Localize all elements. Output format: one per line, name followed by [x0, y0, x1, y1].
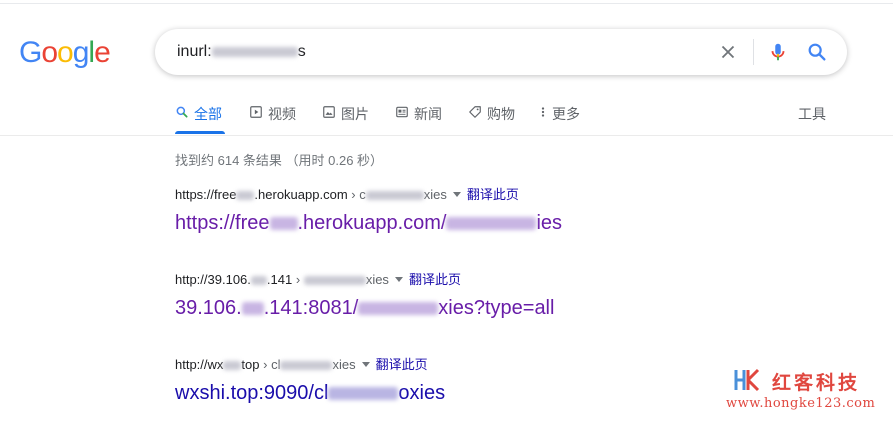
chevron-down-icon[interactable] [361, 362, 370, 368]
url-text: http://39.106. [175, 272, 251, 287]
tab-label: 视频 [268, 106, 296, 122]
tab-label: 更多 [552, 106, 580, 122]
tab-shopping[interactable]: 购物 [468, 104, 515, 134]
url-text: http://wx [175, 357, 224, 372]
redacted-blur [446, 217, 537, 231]
tab-label: 全部 [194, 106, 222, 122]
title-text: .141:8081/ [263, 297, 359, 319]
tab-videos[interactable]: 视频 [249, 104, 296, 134]
breadcrumb: › xies [295, 272, 389, 287]
search-result: http://wx top › cl xies 翻译此页 wxshi.top:9090… [175, 356, 445, 405]
search-divider [753, 39, 754, 65]
redacted-blur [211, 46, 298, 57]
search-input[interactable]: inurl: s [177, 43, 306, 61]
tools-button[interactable]: 工具 [798, 104, 826, 124]
redacted-blur [280, 361, 333, 371]
tab-label: 新闻 [414, 106, 442, 122]
result-title-link[interactable]: wxshi.top:9090/cl oxies [175, 382, 445, 405]
more-vert-icon [541, 107, 545, 117]
redacted-blur [328, 387, 399, 401]
redacted-blur [303, 276, 366, 286]
redacted-blur [269, 217, 298, 231]
tabs-divider [0, 135, 893, 136]
url-text: .141 [266, 272, 293, 287]
url-text: .herokuapp.com [254, 187, 348, 202]
query-text: inurl: [177, 43, 212, 60]
image-icon [323, 106, 335, 118]
tab-all[interactable]: 全部 [175, 104, 225, 134]
tab-label: 图片 [341, 106, 369, 122]
url-text: https://free [175, 187, 237, 202]
translate-link[interactable]: 翻译此页 [409, 272, 461, 287]
tab-label: 购物 [487, 106, 515, 122]
top-divider [0, 3, 893, 4]
search-result: http://39.106. .141 › xies 翻译此页 39.106. .14… [175, 271, 554, 320]
redacted-blur [365, 191, 424, 201]
tab-images[interactable]: 图片 [322, 104, 369, 134]
url-text: top [241, 357, 260, 372]
breadcrumb: › c xies [351, 187, 447, 202]
search-tabs: 全部 视频 图片 新闻 购物 更多 工具 [0, 96, 893, 134]
logo-letter: o [41, 36, 58, 69]
watermark: 红客科技 www.hongke123.com [726, 368, 890, 418]
microphone-icon[interactable] [767, 40, 789, 64]
logo-letter: g [72, 36, 90, 69]
watermark-url: www.hongke123.com [726, 396, 876, 411]
result-url[interactable]: https://free .herokuapp.com › c xies 翻译此页 [175, 186, 562, 204]
title-text: 39.106. [175, 297, 242, 319]
search-icon[interactable] [806, 41, 828, 63]
title-text: https://free [175, 212, 270, 234]
logo-letter: G [19, 36, 42, 69]
watermark-name: 红客科技 [772, 372, 861, 394]
translate-link[interactable]: 翻译此页 [376, 357, 428, 372]
redacted-blur [358, 302, 439, 316]
result-url[interactable]: http://wx top › cl xies 翻译此页 [175, 356, 445, 374]
title-text: wxshi.top:9090/cl [175, 382, 329, 404]
search-box[interactable]: inurl: s [155, 29, 847, 75]
redacted-blur [250, 276, 267, 286]
query-text-end: s [297, 43, 306, 60]
redacted-blur [236, 191, 255, 201]
translate-link[interactable]: 翻译此页 [467, 187, 519, 202]
play-icon [250, 106, 262, 118]
result-stats: 找到约 614 条结果 （用时 0.26 秒） [175, 153, 384, 168]
chevron-down-icon[interactable] [452, 192, 461, 198]
title-text: xies?type=all [438, 297, 555, 319]
breadcrumb: › cl xies [263, 357, 356, 372]
search-result: https://free .herokuapp.com › c xies 翻译此页 h… [175, 186, 562, 235]
title-text: .herokuapp.com/ [297, 212, 447, 234]
search-icon [176, 106, 188, 118]
redacted-blur [241, 302, 264, 316]
result-title-link[interactable]: https://free .herokuapp.com/ies [175, 212, 562, 235]
redacted-blur [223, 361, 242, 371]
close-icon[interactable] [717, 41, 739, 63]
google-logo[interactable]: Google [19, 36, 111, 70]
logo-letter: o [57, 36, 74, 69]
tab-news[interactable]: 新闻 [395, 104, 442, 134]
title-text: oxies [398, 382, 446, 404]
hongke-logo-icon [734, 368, 760, 392]
chevron-down-icon[interactable] [394, 277, 403, 283]
result-title-link[interactable]: 39.106. .141:8081/xies?type=all [175, 297, 554, 320]
title-text: ies [536, 212, 563, 234]
news-icon [396, 106, 408, 118]
result-url[interactable]: http://39.106. .141 › xies 翻译此页 [175, 271, 554, 289]
tag-icon [469, 106, 481, 118]
tab-more[interactable]: 更多 [540, 104, 580, 134]
logo-letter: e [94, 36, 111, 69]
